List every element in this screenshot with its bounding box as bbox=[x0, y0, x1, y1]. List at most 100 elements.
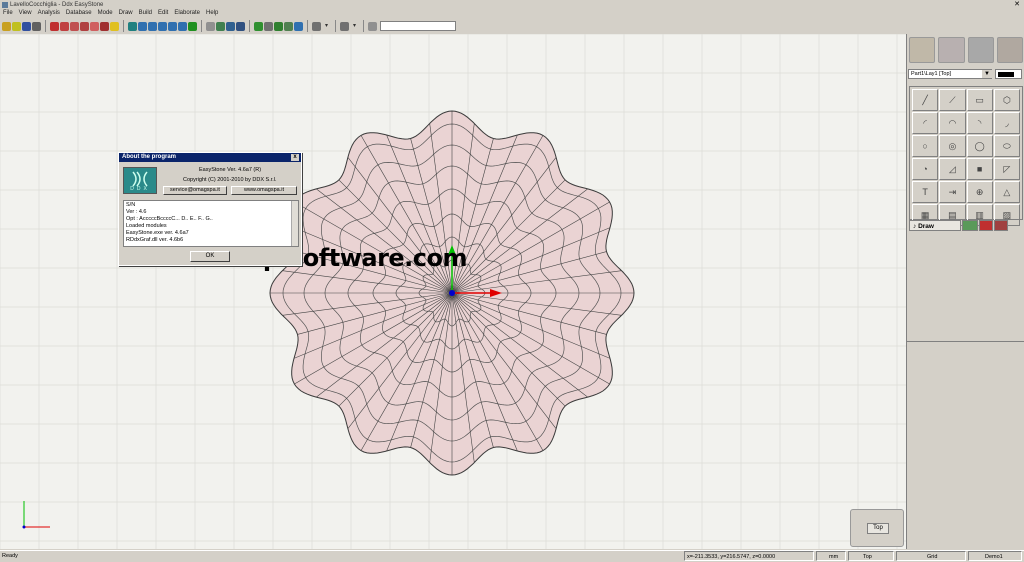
mode-indicator: Demo1 bbox=[968, 551, 1022, 561]
menu-database[interactable]: Database bbox=[66, 9, 92, 18]
circle-2p-tool-icon[interactable]: ◯ bbox=[966, 135, 993, 157]
material-mode-icon[interactable] bbox=[967, 37, 994, 63]
copy-icon[interactable] bbox=[60, 21, 69, 31]
lightbulb-icon[interactable] bbox=[110, 21, 119, 31]
measure-icon[interactable] bbox=[284, 21, 293, 31]
wireframe-icon[interactable] bbox=[236, 21, 245, 31]
draw-tools-grid: ╱ ⟋ ▭ ⬡ ◜ ◠ ◝ ◞ ○ ◎ ◯ ⬭ ◔ ◿ ■ ◸ T ⇥ ⊕ △ ▦ ▤ ▥ ▨ bbox=[909, 86, 1023, 226]
paste-icon[interactable] bbox=[70, 21, 79, 31]
view-side-icon[interactable] bbox=[158, 21, 167, 31]
pan-icon[interactable] bbox=[188, 21, 197, 31]
save-icon[interactable] bbox=[22, 21, 31, 31]
version-text: EasyStone Ver. 4.6a7 (R) bbox=[199, 167, 262, 173]
status-bar: Ready x=-211.3533, y=216.5747, z=0.0000 … bbox=[0, 550, 1024, 561]
circle-tool-icon[interactable]: ○ bbox=[912, 135, 939, 157]
tab-pin-icon[interactable] bbox=[979, 220, 993, 231]
polygon-tool-icon[interactable]: ⬡ bbox=[993, 89, 1020, 111]
menu-analysis[interactable]: Analysis bbox=[38, 9, 60, 18]
website-button[interactable]: www.omagspa.it bbox=[231, 186, 297, 195]
line-tool-icon[interactable]: ╱ bbox=[912, 89, 939, 111]
object-icon[interactable] bbox=[368, 21, 377, 31]
undo-icon[interactable] bbox=[90, 21, 99, 31]
view-front-icon[interactable] bbox=[148, 21, 157, 31]
menu-file[interactable]: File bbox=[3, 9, 13, 18]
view-navigator: Top bbox=[850, 509, 904, 547]
new-file-icon[interactable] bbox=[2, 21, 11, 31]
status-ready: Ready bbox=[2, 553, 18, 559]
chevron-down-icon[interactable]: ▾ bbox=[350, 21, 359, 31]
intersection-tool-icon[interactable]: ⊕ bbox=[966, 181, 993, 203]
view-indicator: Top bbox=[848, 551, 894, 561]
cut-icon[interactable] bbox=[50, 21, 59, 31]
dimension-tool-icon[interactable]: ◸ bbox=[993, 158, 1020, 180]
color-swatch bbox=[998, 72, 1014, 77]
tools-mode-icon[interactable] bbox=[996, 37, 1023, 63]
machining-mode-icon[interactable] bbox=[938, 37, 965, 63]
logo-text: DDX bbox=[130, 186, 150, 192]
menu-edit[interactable]: Edit bbox=[158, 9, 168, 18]
list-item: EasyStone.exe ver. 4.6a7 bbox=[126, 230, 189, 236]
tab-info-icon[interactable] bbox=[994, 220, 1008, 231]
tree-icon[interactable] bbox=[274, 21, 283, 31]
main-toolbar: ▾ ▾ bbox=[0, 18, 906, 34]
tab-edit-icon[interactable] bbox=[962, 220, 978, 231]
layers-icon[interactable] bbox=[294, 21, 303, 31]
redo-icon[interactable] bbox=[100, 21, 109, 31]
layer-select[interactable]: Part1\Lay1 [Top] ▼ bbox=[908, 69, 992, 79]
circle-center-tool-icon[interactable]: ◎ bbox=[939, 135, 966, 157]
zoom-window-icon[interactable] bbox=[216, 21, 225, 31]
view-top-button[interactable]: Top bbox=[867, 523, 889, 534]
view-top-icon[interactable] bbox=[138, 21, 147, 31]
view-iso-icon[interactable] bbox=[128, 21, 137, 31]
shade-icon[interactable] bbox=[226, 21, 235, 31]
ok-button[interactable]: OK bbox=[190, 251, 230, 262]
list-item: RDdxGraf.dll ver. 4.6b6 bbox=[126, 237, 184, 243]
camera-icon[interactable] bbox=[264, 21, 273, 31]
draw-tabs: ♪ Draw bbox=[909, 220, 1023, 232]
menu-view[interactable]: View bbox=[19, 9, 32, 18]
fillet-tool-icon[interactable]: ◔ bbox=[912, 158, 939, 180]
arc-tangent-tool-icon[interactable]: ◝ bbox=[966, 112, 993, 134]
triangle-tool-icon[interactable]: △ bbox=[993, 181, 1020, 203]
rectangle-tool-icon[interactable]: ▭ bbox=[966, 89, 993, 111]
window-close-button[interactable]: ✕ bbox=[1014, 0, 1020, 9]
polyline-tool-icon[interactable]: ⟋ bbox=[939, 89, 966, 111]
dialog-close-button[interactable]: x bbox=[291, 154, 299, 161]
email-button[interactable]: service@omagspa.it bbox=[163, 186, 227, 195]
arc-cs-tool-icon[interactable]: ◞ bbox=[993, 112, 1020, 134]
chevron-down-icon[interactable]: ▼ bbox=[982, 70, 992, 78]
3d-viewport[interactable]: vip-software.com bbox=[0, 34, 906, 549]
view-bottom-icon[interactable] bbox=[178, 21, 187, 31]
copyright-text: Copyright (C) 2001-2010 by DDX S.r.l. bbox=[183, 177, 277, 183]
menu-help[interactable]: Help bbox=[206, 9, 218, 18]
print-icon[interactable] bbox=[32, 21, 41, 31]
menu-mode[interactable]: Mode bbox=[98, 9, 113, 18]
chevron-down-icon[interactable]: ▾ bbox=[322, 21, 331, 31]
window-title: LavelloCocchiglia - Ddx EasyStone bbox=[10, 1, 104, 8]
object-select[interactable] bbox=[380, 21, 456, 31]
offset-tool-icon[interactable]: ⇥ bbox=[939, 181, 966, 203]
viewport-canvas[interactable] bbox=[0, 34, 906, 549]
rotate-view-icon[interactable] bbox=[312, 21, 321, 31]
snap-icon[interactable] bbox=[254, 21, 263, 31]
arc-center-tool-icon[interactable]: ◠ bbox=[939, 112, 966, 134]
cloud-icon[interactable] bbox=[340, 21, 349, 31]
panel-divider bbox=[907, 341, 1024, 342]
chamfer-tool-icon[interactable]: ◿ bbox=[939, 158, 966, 180]
tab-draw[interactable]: ♪ Draw bbox=[909, 220, 961, 231]
open-file-icon[interactable] bbox=[12, 21, 21, 31]
menu-build[interactable]: Build bbox=[139, 9, 152, 18]
arc-3p-tool-icon[interactable]: ◜ bbox=[912, 112, 939, 134]
text-tool-icon[interactable]: T bbox=[912, 181, 939, 203]
color-tool-icon[interactable]: ■ bbox=[966, 158, 993, 180]
list-scrollbar[interactable] bbox=[291, 201, 298, 246]
delete-icon[interactable] bbox=[80, 21, 89, 31]
draw-mode-icon[interactable] bbox=[909, 37, 936, 63]
ellipse-tool-icon[interactable]: ⬭ bbox=[993, 135, 1020, 157]
zoom-icon[interactable] bbox=[206, 21, 215, 31]
menu-draw[interactable]: Draw bbox=[119, 9, 133, 18]
menu-elaborate[interactable]: Elaborate bbox=[174, 9, 200, 18]
grid-toggle[interactable]: Grid bbox=[896, 551, 966, 561]
view-back-icon[interactable] bbox=[168, 21, 177, 31]
color-select[interactable] bbox=[995, 69, 1022, 79]
